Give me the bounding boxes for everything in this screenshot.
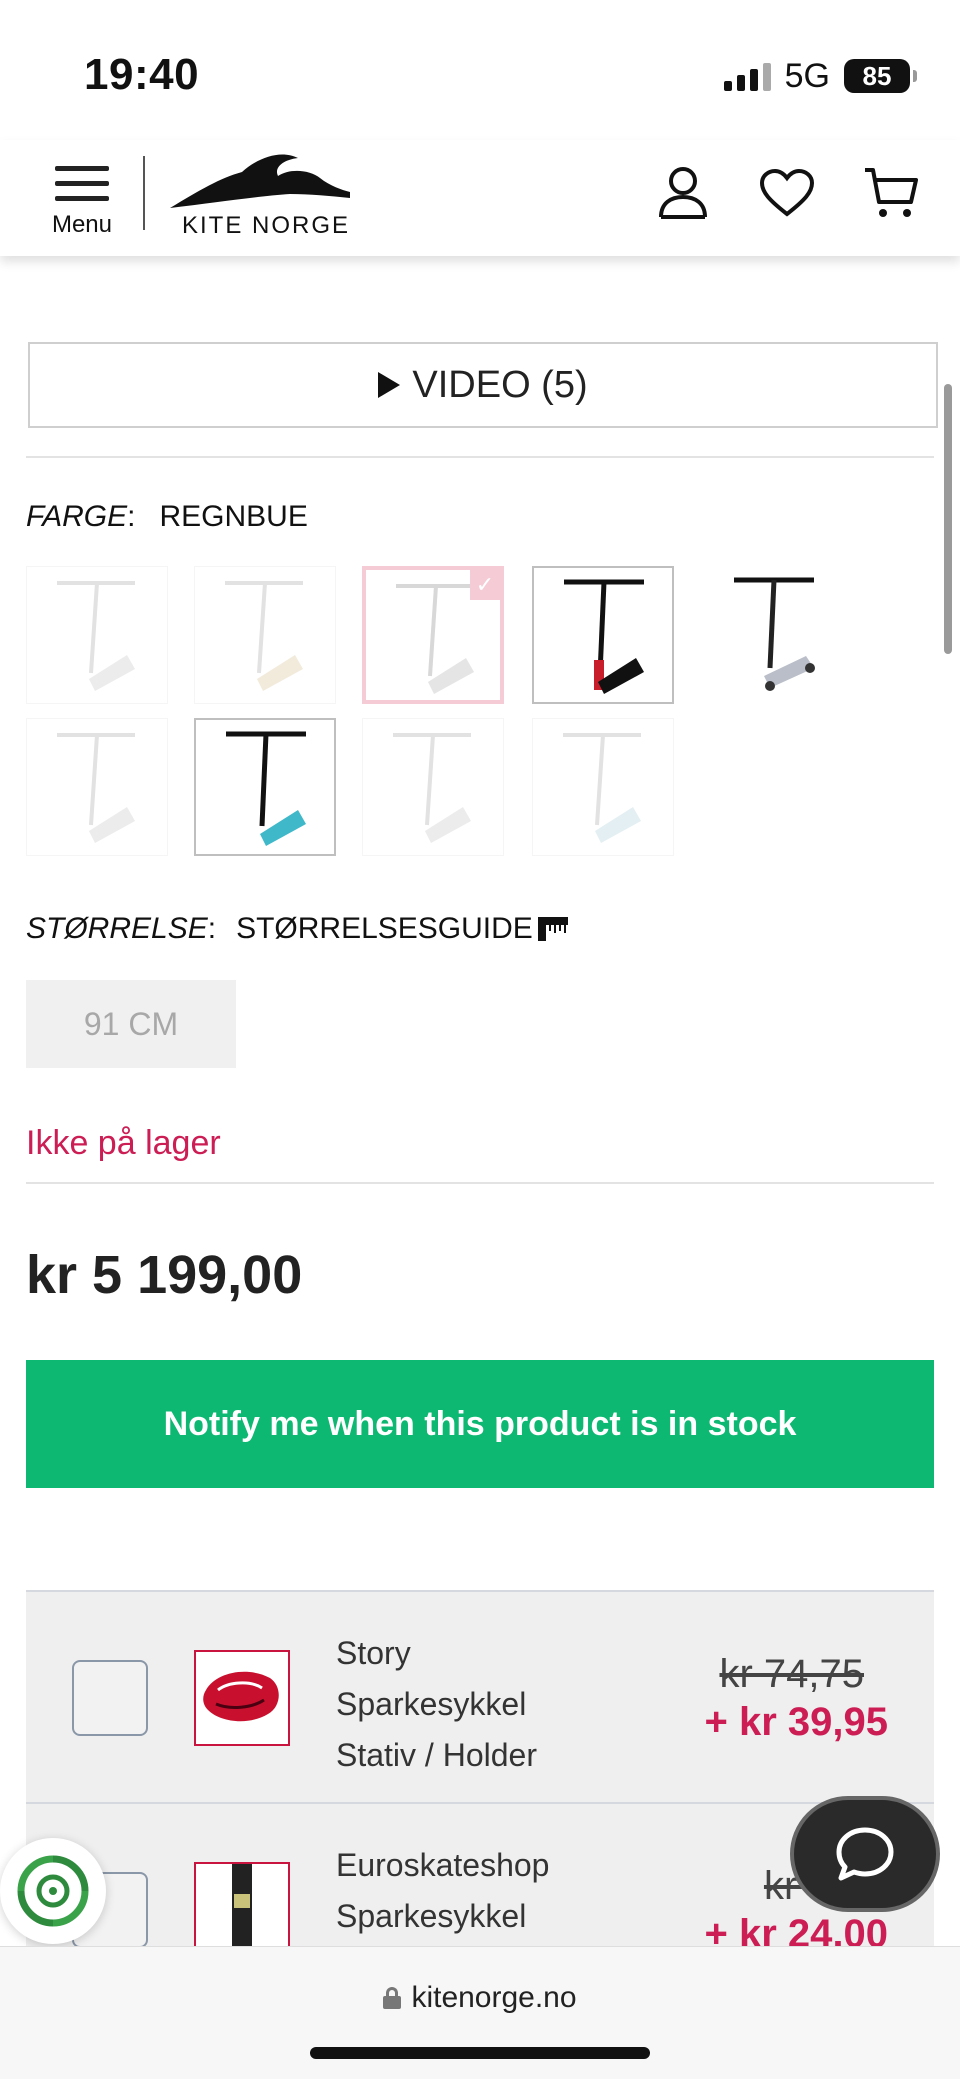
product-price: kr 5 199,00 [26,1245,303,1305]
size-guide-link[interactable]: STØRRELSESGUIDE [236,912,533,946]
network-type: 5G [784,56,830,95]
status-time: 19:40 [84,50,200,99]
color-swatch[interactable] [194,718,336,856]
eco-badge-button[interactable] [0,1838,106,1944]
recycle-gear-icon [17,1855,89,1927]
signal-icon [723,61,771,91]
cart-icon[interactable] [858,158,924,228]
wave-logo-icon [170,154,350,208]
check-icon: ✓ [470,570,500,600]
header-divider [143,156,145,230]
header-actions [650,158,924,228]
color-label: FARGE [26,500,128,533]
stock-status: Ikke på lager [26,1124,221,1162]
browser-bottom-bar: kitenorge.no [0,1946,960,2079]
logo-text: KITE NORGE [182,212,351,239]
size-label: STØRRELSE [26,912,208,945]
color-swatch[interactable] [194,566,336,704]
battery-icon: 85 [844,59,917,93]
color-swatch[interactable] [26,566,168,704]
size-option[interactable]: 91 CM [26,980,236,1068]
size-label-row: STØRRELSE: STØRRELSESGUIDE [26,912,569,946]
upsell-image[interactable] [194,1650,290,1746]
upsell-new-price: + kr 24,00 [704,1912,889,1946]
upsell-old-price: kr 74,75 [719,1652,864,1696]
color-swatch[interactable] [362,718,504,856]
home-indicator[interactable] [310,2047,650,2059]
divider [26,456,934,458]
chat-bubble-icon [836,1827,894,1881]
lock-icon [383,1987,402,2009]
menu-label: Menu [51,211,113,238]
color-swatch-selected[interactable]: ✓ [362,566,504,704]
account-icon[interactable] [650,158,716,228]
upsell-image[interactable] [194,1862,290,1946]
upsell-list: Story Sparkesykkel Stativ / Holder kr 74… [26,1590,934,1946]
color-label-row: FARGE: REGNBUE [26,500,308,533]
status-bar: 19:40 5G 85 [0,0,960,140]
heart-icon[interactable] [754,158,820,228]
color-value: REGNBUE [159,500,308,533]
menu-button[interactable]: Menu [46,154,118,244]
upsell-checkbox[interactable] [72,1660,148,1736]
hamburger-icon [46,154,118,201]
color-swatch[interactable] [532,718,674,856]
upsell-name: Euroskateshop Sparkesykkel [336,1847,550,1934]
site-header: Menu KITE NORGE [0,140,960,256]
video-button-label: VIDEO (5) [412,363,588,406]
chat-button[interactable] [790,1796,940,1912]
color-swatch[interactable] [26,718,168,856]
url-text: kitenorge.no [411,1981,577,2014]
page-scrollbar[interactable] [944,384,952,654]
divider [26,1182,934,1184]
site-logo[interactable]: KITE NORGE [170,150,350,242]
video-button[interactable]: VIDEO (5) [28,342,938,428]
upsell-new-price: + kr 39,95 [704,1700,889,1744]
play-icon [378,372,401,398]
upsell-name: Story Sparkesykkel Stativ / Holder [336,1635,537,1773]
color-swatch[interactable] [702,566,844,704]
notify-stock-button[interactable]: Notify me when this product is in stock [26,1360,934,1488]
status-indicators: 5G 85 [723,56,917,96]
upsell-item: Story Sparkesykkel Stativ / Holder kr 74… [26,1592,934,1804]
ruler-icon [537,917,568,941]
url-bar[interactable]: kitenorge.no [0,1981,960,2015]
color-swatch[interactable] [532,566,674,704]
